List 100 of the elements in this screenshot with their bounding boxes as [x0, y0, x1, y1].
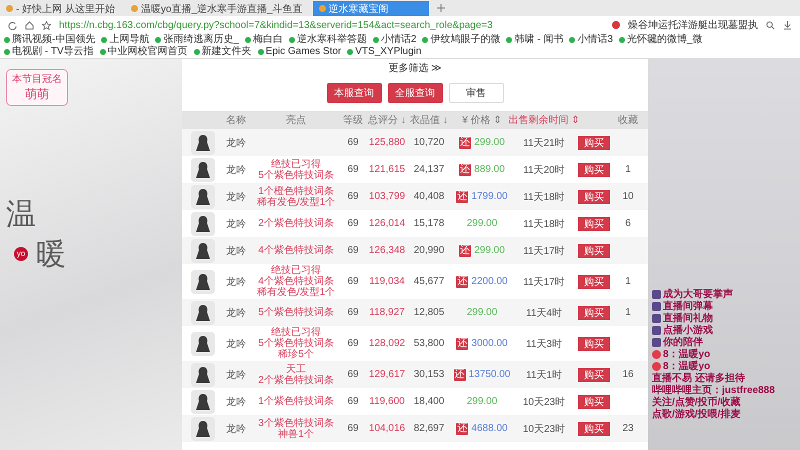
favorite-count: 1 — [625, 164, 631, 175]
browser-tab[interactable]: 温暖yo直播_逆水寒手游直播_斗鱼直 — [124, 1, 309, 16]
table-cell-text: 11天20时 — [523, 164, 565, 176]
table-cell-text: 11天17时 — [523, 276, 565, 288]
bookmark[interactable]: 光怀毽的微博_微 — [618, 34, 702, 46]
query-button[interactable]: 全服查询 — [388, 83, 442, 103]
table-cell: 15,178 — [414, 218, 444, 229]
column-header[interactable]: ¥ 价格 ⇕ — [462, 113, 502, 127]
table-cell-text: 龙吟 — [226, 338, 246, 350]
bookmark[interactable]: 小情话3 — [569, 34, 613, 46]
column-header[interactable]: 总评分 ↓ — [368, 113, 406, 127]
highlight-text: 1个橙色特技词条 — [258, 186, 334, 196]
table-cell-text: 11天18时 — [523, 218, 565, 230]
character-thumbnail[interactable] — [191, 416, 215, 440]
chat-message: 成为大哥要掌声 — [663, 289, 733, 300]
bookmark[interactable]: 新建文件夹 — [194, 46, 252, 58]
search-icon[interactable] — [766, 20, 775, 30]
table-cell-text: 11天3时 — [526, 338, 562, 350]
buy-button[interactable]: 购买 — [578, 394, 610, 408]
character-thumbnail[interactable] — [191, 238, 215, 262]
column-header[interactable]: 等级 — [343, 113, 363, 127]
character-thumbnail[interactable] — [191, 130, 215, 154]
character-thumbnail[interactable] — [191, 300, 215, 324]
table-cell: 69 — [347, 276, 359, 287]
browser-tab[interactable]: - 好快上网 从这里开始 — [0, 1, 121, 16]
highlight-text: 稀有发色/发型1个 — [256, 287, 336, 298]
column-header[interactable]: 衣品值 ↓ — [410, 113, 448, 127]
buy-button[interactable]: 购买 — [578, 368, 610, 382]
price-text: 2200.00 — [471, 276, 508, 287]
character-thumbnail[interactable] — [191, 212, 215, 236]
bookmark[interactable]: 逆水寒科举答题 — [288, 34, 367, 46]
table-cell: 126,348 — [368, 245, 406, 256]
bookmark[interactable]: 小情话2 — [372, 34, 416, 46]
query-button[interactable]: 审售 — [448, 83, 504, 103]
address-field[interactable]: https://n.cbg.163.com/cbg/query.py?school=7&kindid=13&serverid=154&act=search_role&page=3 — [59, 20, 493, 30]
column-header[interactable]: 亮点 — [286, 113, 306, 127]
buy-button[interactable]: 购买 — [578, 336, 610, 350]
character-thumbnail[interactable] — [191, 270, 215, 294]
chat-message: 8：温暖yo — [663, 361, 710, 372]
character-thumbnail[interactable] — [191, 184, 215, 208]
star-icon[interactable] — [42, 20, 51, 30]
table-cell: 69 — [347, 307, 359, 318]
table-cell: 69 — [347, 369, 359, 380]
character-thumbnail[interactable] — [191, 158, 215, 182]
home-icon[interactable] — [25, 20, 34, 30]
bookmark[interactable]: 中业网校官网首页 — [100, 46, 188, 58]
search-suggestion[interactable]: 燥谷坤运托洋游艇出现墓盟执 — [628, 18, 758, 32]
column-header[interactable]: 收藏 — [618, 113, 638, 127]
refund-badge: 还 — [456, 422, 468, 434]
more-filters-link[interactable]: 更多筛选 ≫ — [182, 59, 648, 77]
table-cell: 125,880 — [368, 137, 406, 148]
highlight-text: 1个紫色特技词条 — [258, 396, 334, 407]
table-cell: 45,677 — [414, 276, 444, 287]
site-icon — [130, 5, 138, 12]
character-thumbnail[interactable] — [191, 362, 215, 386]
logo-character: 暖 — [36, 236, 66, 274]
highlight-text: 4个紫色特技词条 — [258, 245, 334, 256]
bookmark[interactable]: 电视剧 - TV导云指 — [4, 46, 94, 58]
query-button[interactable]: 本服查询 — [326, 83, 382, 103]
table-cell: 104,016 — [368, 423, 406, 434]
table-cell: 69 — [347, 338, 359, 349]
chat-message: 哔哩哔哩主页：justfree888 — [652, 385, 775, 396]
highlight-text: 5个紫色特技词条 — [258, 338, 334, 349]
bookmark-icon — [194, 49, 200, 55]
bookmark[interactable]: VTS_XYPlugin — [347, 46, 422, 58]
highlight-text: 3个紫色特技词条 — [258, 418, 334, 428]
bookmark[interactable]: Epic Games Stor — [258, 46, 342, 58]
table-cell: 129,617 — [368, 369, 406, 380]
price-text: 299.00 — [474, 137, 505, 148]
buy-button[interactable]: 购买 — [578, 190, 610, 204]
buy-button[interactable]: 购买 — [578, 216, 610, 230]
highlight-text: 5个紫色特技词条 — [258, 307, 334, 318]
download-icon[interactable] — [783, 20, 792, 30]
bookmark[interactable]: 伊纹鸠眼子的微 — [422, 34, 500, 46]
refund-badge: 还 — [454, 368, 466, 380]
buy-button[interactable]: 购买 — [578, 136, 610, 150]
price-text: 889.00 — [474, 164, 505, 175]
price-text: 299.00 — [466, 218, 498, 229]
character-thumbnail[interactable] — [191, 390, 215, 414]
bookmark[interactable]: 韩啸 - 闻书 — [506, 34, 564, 46]
character-thumbnail[interactable] — [191, 332, 215, 356]
column-header[interactable]: 出售剩余时间 ⇕ — [508, 113, 580, 127]
buy-button[interactable]: 购买 — [578, 274, 610, 288]
bookmark[interactable]: 梅白白 — [244, 34, 283, 46]
favorite-count: 6 — [625, 218, 631, 229]
buy-button[interactable]: 购买 — [578, 306, 610, 320]
buy-button[interactable]: 购买 — [578, 162, 610, 176]
buy-button[interactable]: 购买 — [578, 244, 610, 258]
reload-icon[interactable] — [8, 20, 17, 30]
column-header[interactable]: 名称 — [226, 113, 246, 127]
bookmark[interactable]: 腾讯视频-中国领先 — [4, 34, 96, 46]
bookmark[interactable]: 上网导航 — [101, 34, 150, 46]
refund-badge: 还 — [459, 164, 472, 176]
table-cell: 30,153 — [414, 369, 444, 380]
browser-tab[interactable]: 逆水寒藏宝阁 — [312, 1, 429, 16]
bookmark[interactable]: 张雨绮逃离历史_ — [155, 34, 239, 46]
buy-button[interactable]: 购买 — [578, 422, 610, 436]
chat-message: 关注/点赞/投币/收藏 — [652, 397, 740, 408]
table-cell-text: 龙吟 — [226, 244, 246, 258]
table-cell-text: 11天1时 — [526, 368, 562, 382]
